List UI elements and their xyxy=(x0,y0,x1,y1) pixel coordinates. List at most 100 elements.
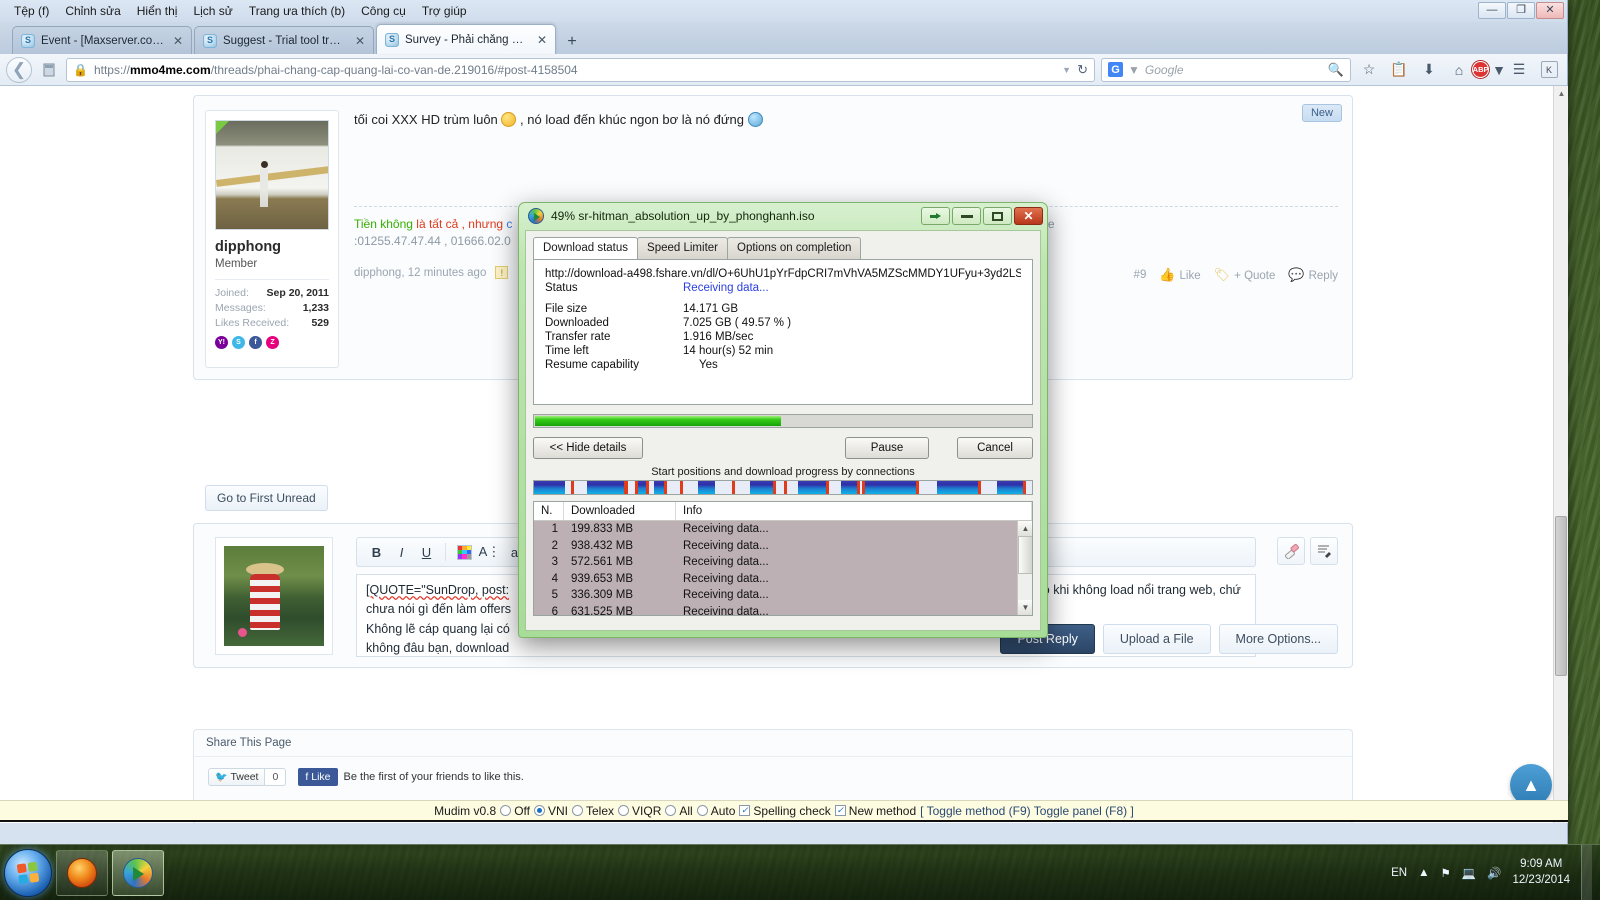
table-row[interactable]: 6631.525 MBReceiving data... xyxy=(534,604,1032,617)
text-color-icon[interactable] xyxy=(452,540,477,564)
zing-icon[interactable]: Z xyxy=(266,336,279,349)
chevron-down-icon[interactable]: ▼ xyxy=(1128,63,1140,77)
table-row[interactable]: 5336.309 MBReceiving data... xyxy=(534,587,1032,604)
grid-col-downloaded[interactable]: Downloaded xyxy=(564,502,676,520)
username[interactable]: dipphong xyxy=(215,239,329,255)
search-bar[interactable]: G ▼ Google 🔍 xyxy=(1101,58,1351,82)
minimize-button[interactable]: — xyxy=(1478,2,1506,19)
table-row[interactable]: 2938.432 MBReceiving data... xyxy=(534,538,1032,555)
table-row[interactable]: 3572.561 MBReceiving data... xyxy=(534,554,1032,571)
tab-close-icon[interactable]: ✕ xyxy=(171,34,185,48)
table-row[interactable]: 1199.833 MBReceiving data... xyxy=(534,521,1032,538)
network-flag-icon[interactable]: ⚑ xyxy=(1440,866,1450,880)
idm-tab-speed-limiter[interactable]: Speed Limiter xyxy=(637,237,728,259)
chevron-down-icon[interactable]: ▼ xyxy=(1062,65,1071,75)
close-button[interactable]: ✕ xyxy=(1536,2,1564,19)
mudim-mode-auto[interactable]: Auto xyxy=(697,804,736,818)
yahoo-icon[interactable]: Y! xyxy=(215,336,228,349)
quote-button[interactable]: 🏷+ Quote xyxy=(1214,267,1276,283)
menu-item-edit[interactable]: Chỉnh sửa xyxy=(57,2,128,20)
underline-button[interactable]: U xyxy=(414,540,439,564)
tab-close-icon[interactable]: ✕ xyxy=(353,34,367,48)
tab-close-icon[interactable]: ✕ xyxy=(535,33,549,47)
grid-scroll-down-icon[interactable]: ▼ xyxy=(1018,600,1033,615)
network-icon[interactable]: 💻 xyxy=(1462,866,1476,880)
mudim-mode-vni[interactable]: VNI xyxy=(534,804,568,818)
skype-icon[interactable]: S xyxy=(232,336,245,349)
adblock-icon[interactable]: ABP▼ xyxy=(1477,58,1501,82)
reload-icon[interactable]: ↻ xyxy=(1077,62,1088,78)
menu-item-file[interactable]: Tệp (f) xyxy=(6,2,57,20)
tab-survey[interactable]: S Survey - Phải chăng cap q... ✕ xyxy=(376,24,556,54)
grid-scrollbar-thumb[interactable] xyxy=(1018,536,1033,574)
menu-item-help[interactable]: Trợ giúp xyxy=(414,2,475,20)
menu-item-view[interactable]: Hiển thị xyxy=(129,2,186,20)
back-button[interactable]: ❮ xyxy=(6,57,32,83)
current-user-avatar[interactable] xyxy=(215,537,333,655)
scroll-up-icon[interactable]: ▲ xyxy=(1554,86,1568,101)
new-tab-button[interactable]: + xyxy=(561,30,583,54)
mudim-mode-off[interactable]: Off xyxy=(500,804,530,818)
start-orb[interactable] xyxy=(4,849,52,897)
avatar[interactable] xyxy=(215,120,329,230)
more-options-button[interactable]: More Options... xyxy=(1219,624,1338,654)
scrollbar-thumb[interactable] xyxy=(1555,516,1567,676)
idm-tab-options-on-completion[interactable]: Options on completion xyxy=(727,237,861,259)
menu-item-bookmarks[interactable]: Trang ưa thích (b) xyxy=(241,2,353,20)
idm-transfer-icon[interactable] xyxy=(921,207,950,225)
reply-button[interactable]: 💬Reply xyxy=(1288,267,1338,283)
taskbar-firefox-button[interactable] xyxy=(56,850,108,896)
grid-scrollbar[interactable]: ▲ ▼ xyxy=(1017,521,1032,615)
address-bar[interactable]: 🔒 https://mmo4me.com/threads/phai-chang-… xyxy=(66,58,1095,82)
facebook-icon[interactable]: f xyxy=(249,336,262,349)
tab-suggest[interactable]: S Suggest - Trial tool traffic (... ✕ xyxy=(194,26,374,54)
hide-details-button[interactable]: << Hide details xyxy=(533,437,643,459)
grid-col-n[interactable]: N. xyxy=(534,502,564,520)
downloads-icon[interactable]: ⬇ xyxy=(1417,58,1441,82)
page-scrollbar[interactable]: ▲ ▼ xyxy=(1553,86,1568,823)
go-to-first-unread-button[interactable]: Go to First Unread xyxy=(205,485,328,511)
italic-button[interactable]: I xyxy=(389,540,414,564)
show-desktop-button[interactable] xyxy=(1581,845,1592,900)
menu-item-history[interactable]: Lịch sử xyxy=(185,2,240,20)
pause-button[interactable]: Pause xyxy=(845,437,929,459)
grid-col-info[interactable]: Info xyxy=(676,502,1032,520)
report-icon[interactable]: ! xyxy=(495,266,508,279)
bold-button[interactable]: B xyxy=(364,540,389,564)
idm-tab-download-status[interactable]: Download status xyxy=(533,237,638,259)
eraser-icon[interactable] xyxy=(1277,537,1305,565)
idm-restore-icon[interactable] xyxy=(983,207,1012,225)
facebook-like[interactable]: fLike Be the first of your friends to li… xyxy=(298,768,524,786)
tray-language[interactable]: EN xyxy=(1391,867,1407,879)
bookmark-star-icon[interactable]: ☆ xyxy=(1357,58,1381,82)
like-button[interactable]: 👍Like xyxy=(1159,267,1200,283)
tab-event[interactable]: S Event - [Maxserver.com] M... ✕ xyxy=(12,26,192,54)
mudim-mode-viqr[interactable]: VIQR xyxy=(618,804,661,818)
tray-clock[interactable]: 9:09 AM 12/23/2014 xyxy=(1512,857,1570,888)
search-icon[interactable]: 🔍 xyxy=(1328,62,1344,78)
table-row[interactable]: 4939.653 MBReceiving data... xyxy=(534,571,1032,588)
menu-item-tools[interactable]: Công cụ xyxy=(353,2,414,20)
idm-minimize-icon[interactable] xyxy=(952,207,981,225)
volume-icon[interactable]: 🔊 xyxy=(1487,866,1501,880)
taskbar-idm-button[interactable] xyxy=(112,850,164,896)
cancel-button[interactable]: Cancel xyxy=(957,437,1033,459)
show-hidden-icons[interactable]: ▲ xyxy=(1418,867,1429,879)
menu-icon[interactable]: ☰ xyxy=(1507,58,1531,82)
draft-icon[interactable] xyxy=(1310,537,1338,565)
font-size-icon[interactable]: A⋮ xyxy=(477,540,502,564)
home-icon[interactable]: ⌂ xyxy=(1447,58,1471,82)
forward-button[interactable] xyxy=(38,57,60,83)
kaspersky-icon[interactable]: K xyxy=(1537,58,1561,82)
tweet-button[interactable]: 🐦Tweet 0 xyxy=(208,768,286,786)
reading-list-icon[interactable]: 📋 xyxy=(1387,58,1411,82)
upload-file-button[interactable]: Upload a File xyxy=(1103,624,1211,654)
mudim-new-method[interactable]: ✓New method xyxy=(835,804,916,818)
mudim-mode-all[interactable]: All xyxy=(665,804,692,818)
maximize-button[interactable]: ❐ xyxy=(1507,2,1535,19)
grid-scroll-up-icon[interactable]: ▲ xyxy=(1018,521,1033,536)
idm-title-bar[interactable]: 49% sr-hitman_absolution_up_by_phonghanh… xyxy=(519,203,1047,229)
idm-close-icon[interactable]: ✕ xyxy=(1014,207,1043,225)
mudim-mode-telex[interactable]: Telex xyxy=(572,804,614,818)
mudim-spelling-check[interactable]: ✓Spelling check xyxy=(739,804,830,818)
